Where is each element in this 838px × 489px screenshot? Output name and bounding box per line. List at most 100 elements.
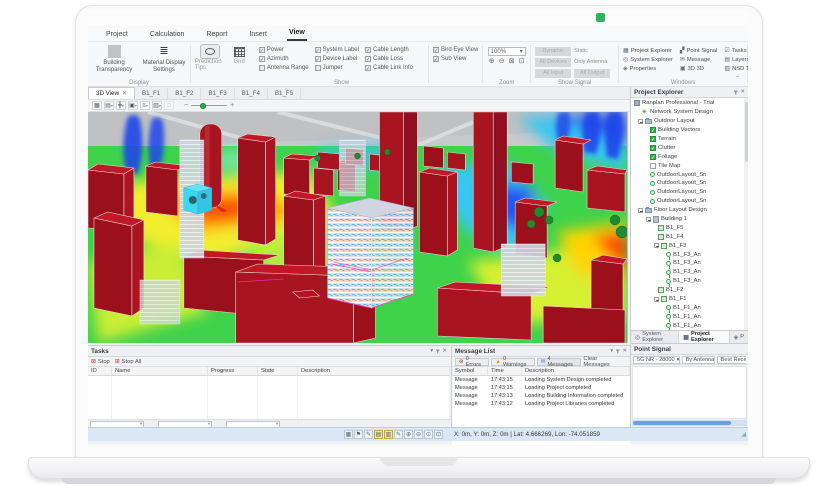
windows-message[interactable]: ✉ Message	[680, 56, 718, 64]
tree-item[interactable]: B1_F1_An	[631, 303, 745, 314]
tree-item[interactable]: B1_F1_An	[631, 321, 745, 330]
transparency-slider[interactable]: − +	[184, 102, 234, 109]
layer-checkbox[interactable]: ✓	[650, 127, 656, 134]
layers-icon[interactable]: ▤	[374, 430, 383, 439]
band-select[interactable]: 5G NR - 28000 ▾	[633, 355, 680, 364]
message-row[interactable]: Message 17:43:13 Loading Building Informat…	[452, 392, 630, 400]
message-row[interactable]: Message 17:43:15 Loading Project completed	[452, 384, 630, 392]
tree-item[interactable]: ✓ Terrain	[631, 135, 745, 144]
message-row[interactable]: Message 17:43:15 Loading System Design com…	[452, 376, 630, 384]
tree-item[interactable]: ✓ Clutter	[631, 143, 745, 152]
zoom-center-icon[interactable]: ⊙	[424, 430, 433, 439]
doc-tab-3d-view[interactable]: 3D View ✕	[88, 87, 135, 99]
zoom-out-icon[interactable]: ⊖	[498, 58, 506, 66]
windows-layers[interactable]: ▤ Layers	[724, 56, 748, 64]
layers2-icon[interactable]: ▥	[384, 430, 393, 439]
minus-icon[interactable]: −	[184, 102, 188, 109]
pin-icon[interactable]: ┳	[616, 348, 619, 354]
all-devices-button[interactable]: All Devices	[535, 58, 572, 67]
doc-tab-b1f3[interactable]: B1_F3	[201, 88, 235, 99]
checkbox-cable-length[interactable]: ✓ Cable Length	[364, 47, 413, 54]
checkbox-azimuth[interactable]: ✓ Azimuth	[258, 56, 309, 63]
tab-insert[interactable]: Insert	[247, 29, 269, 41]
layer-checkbox[interactable]: ✓	[650, 144, 656, 152]
checkbox-sub-view[interactable]: ✓ Sub View	[433, 56, 478, 63]
tree-item[interactable]: OutdoorLayout_Sn	[631, 179, 745, 188]
zoom-window-icon[interactable]: ⊡	[518, 58, 526, 66]
windows-system-explorer[interactable]: ◎ System Explorer	[623, 56, 673, 64]
checkbox-cable-loss[interactable]: ✓ Cable Loss	[364, 56, 413, 63]
pin-icon[interactable]: ┳	[436, 348, 439, 354]
tree-item[interactable]: Building 1	[631, 215, 745, 224]
all-input-button[interactable]: All Input	[535, 69, 572, 78]
viewport-3d[interactable]	[88, 112, 628, 343]
stop-button[interactable]: ⊠ Stop	[91, 359, 110, 365]
h-scrollbar[interactable]	[632, 420, 747, 426]
prediction-tips-button[interactable]: Prediction Tips	[195, 44, 224, 71]
checkbox-cable-link-info[interactable]: ✓ Cable Link Info	[364, 65, 413, 72]
tab-report[interactable]: Report	[204, 29, 229, 41]
layers-tool-icon[interactable]: ▥▾	[152, 101, 162, 110]
best-receive-select[interactable]: Best Receive	[716, 355, 746, 364]
rect-tool-icon[interactable]: ▣▾	[128, 101, 138, 110]
zoom-in-icon[interactable]: ⊕	[404, 430, 413, 439]
message-row[interactable]: Message 17:43:12 Loading Project Libraries…	[452, 400, 630, 408]
material-display-settings-button[interactable]: ≣ Material Display Settings	[142, 44, 186, 74]
collapse-icon[interactable]	[638, 207, 643, 213]
tab-view[interactable]: View	[286, 27, 307, 41]
chevron-down-icon[interactable]: ▾	[430, 348, 433, 354]
collapse-ribbon-icon[interactable]: ⌃	[735, 75, 740, 82]
zoom-in-icon[interactable]: ⊕	[488, 58, 496, 66]
draw-icon[interactable]: ✎	[394, 430, 403, 439]
tab-system-explorer[interactable]: ◎ System Explorer	[631, 331, 680, 343]
windows-point-signal[interactable]: ▞ Point Signal	[680, 47, 718, 55]
checkbox-device-label[interactable]: ✓ Device Label	[314, 56, 359, 63]
collapse-icon[interactable]	[638, 118, 643, 124]
grid-button[interactable]: Grid	[227, 44, 251, 65]
layer-checkbox[interactable]: ✓	[650, 153, 656, 161]
slider-knob[interactable]	[200, 102, 207, 109]
plus-icon[interactable]: +	[230, 102, 234, 109]
doc-tab-b1f1[interactable]: B1_F1	[135, 88, 169, 99]
zoom-out-icon[interactable]: ⊖	[414, 430, 423, 439]
tree-item[interactable]: Floor Layout Design	[631, 206, 745, 215]
grid-icon[interactable]: ▦	[344, 430, 353, 439]
checkbox-system-label[interactable]: ✓ System Label	[314, 47, 359, 54]
checkbox-jumper[interactable]: Jumper	[314, 65, 359, 71]
zoom-window-icon[interactable]: ⊡	[434, 430, 443, 439]
snap-icon[interactable]: ✎	[364, 430, 373, 439]
tree-item[interactable]: B1_F1_An	[631, 312, 745, 323]
measure-tool-icon[interactable]: □	[164, 101, 174, 110]
zoom-level-select[interactable]: 100% ▾	[487, 47, 526, 56]
tree-item[interactable]: ◈ Network System Design	[631, 108, 745, 117]
tree-item[interactable]: B1_F3_An	[631, 268, 745, 278]
close-icon[interactable]: ✕	[122, 90, 127, 97]
windows-nsd-table[interactable]: ▥NSD Table	[724, 65, 748, 73]
close-icon[interactable]: ✕	[622, 348, 627, 354]
resize-grip-icon[interactable]: ◢	[741, 431, 746, 438]
list-tool-icon[interactable]: ≡▾	[140, 101, 150, 110]
windows-3d[interactable]: ▣ 3D 3D	[680, 65, 718, 73]
checkbox-power[interactable]: ✓ Power	[258, 47, 309, 54]
clear-messages-button[interactable]: Clear Messages	[583, 356, 627, 368]
doc-tab-b1f2[interactable]: B1_F2	[168, 88, 202, 99]
tree-item[interactable]: B1_F1	[631, 295, 745, 304]
tree-item[interactable]: OutdoorLayout_Sn	[631, 170, 745, 179]
scrollbar[interactable]	[744, 98, 748, 330]
tree-item[interactable]: OutdoorLayout_Sn	[631, 197, 745, 206]
windows-properties[interactable]: ◈ Properties	[623, 65, 673, 73]
tab-properties[interactable]: ◈ P	[730, 331, 748, 343]
tab-project[interactable]: Project	[104, 29, 130, 41]
warnings-filter-button[interactable]: ▲ 0 Warnings	[491, 356, 535, 368]
tree-item[interactable]: B1_F5	[631, 223, 745, 232]
tree-item[interactable]: B1_F3_An	[631, 277, 745, 287]
tree-item[interactable]: Ranplan Professional - Trial	[631, 99, 745, 108]
messages-filter-button[interactable]: ✉ 4 Messages	[536, 356, 582, 368]
doc-tab-b1f4[interactable]: B1_F4	[235, 88, 268, 99]
doc-tab-b1f5[interactable]: B1_F5	[268, 88, 302, 99]
all-output-button[interactable]: All Output	[574, 69, 611, 78]
tree-item[interactable]: B1_F3	[631, 241, 745, 250]
zoom-fit-icon[interactable]: ⊠	[508, 58, 516, 66]
windows-tasks[interactable]: ☑ Tasks	[724, 47, 748, 55]
by-antenna-select[interactable]: By Antenna▾	[681, 355, 715, 364]
